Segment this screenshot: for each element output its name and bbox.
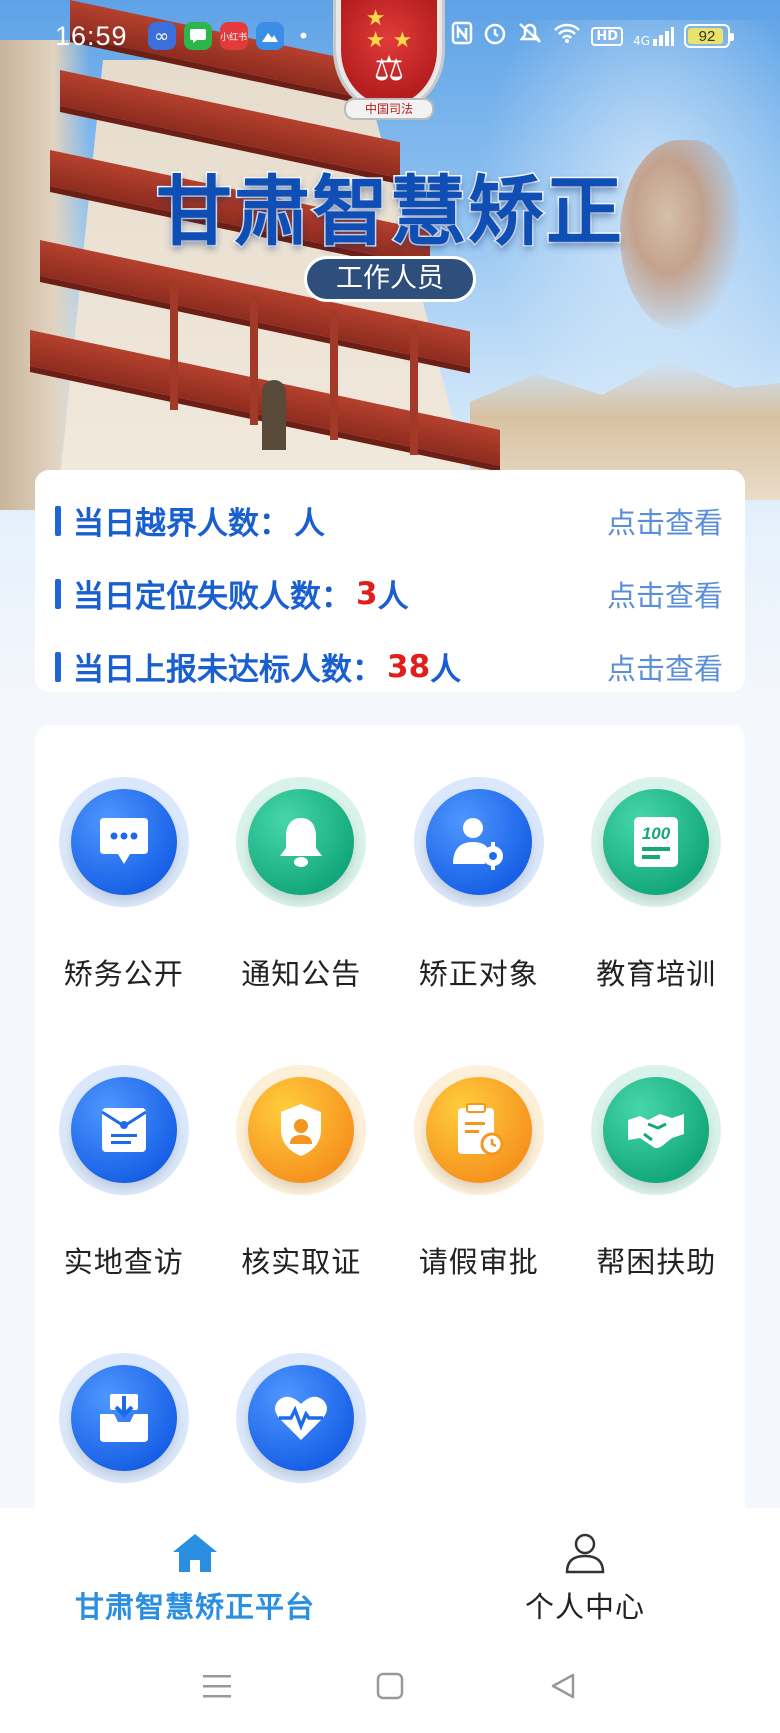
- stat-label: 当日定位失败人数：: [73, 579, 352, 615]
- menu-item-label: 教育培训: [596, 957, 717, 991]
- icon-ring: [58, 1065, 189, 1195]
- role-badge: 工作人员: [304, 256, 476, 302]
- tab-profile-label: 个人中心: [524, 1590, 645, 1624]
- infinity-app-icon: ∞: [147, 22, 176, 50]
- pagoda-pillar: [250, 295, 258, 425]
- emblem-ribbon: 中国司法: [344, 98, 434, 120]
- icon-ring: [591, 1065, 722, 1195]
- stat-value: 38: [387, 648, 431, 685]
- pagoda-pillar: [170, 280, 178, 410]
- red-app-icon: 小红书: [219, 22, 248, 50]
- icon-ring: [58, 777, 189, 907]
- icon-ring: [236, 1353, 367, 1483]
- bottom-tab-bar: 甘肃智慧矫正平台 个人中心: [0, 1508, 780, 1638]
- judicial-emblem: ★ ★ ★ ⚖ 中国司法: [324, 0, 454, 130]
- menu-item-verify-evidence[interactable]: 核实取证: [213, 1065, 391, 1353]
- emblem-shield: ★ ★ ★ ⚖: [336, 0, 442, 110]
- chat-app-icon: [183, 22, 212, 50]
- tab-profile[interactable]: 个人中心: [390, 1508, 780, 1638]
- menu-item-correction-subjects[interactable]: 矫正对象: [390, 777, 568, 1065]
- back-triangle-icon[interactable]: [533, 1656, 593, 1716]
- daily-stats-card: 当日越界人数： 人 点击查看 当日定位失败人数： 3 人 点击查看 当日上报未达…: [35, 470, 745, 692]
- pagoda-pillar: [330, 310, 338, 440]
- stat-accent-bar: [55, 505, 61, 536]
- menu-item-label: 核实取证: [241, 1245, 362, 1279]
- signal-icon: 4G: [633, 25, 674, 47]
- stat-label: 当日上报未达标人数：: [73, 652, 383, 688]
- system-navigation-bar: [0, 1638, 780, 1733]
- emblem-scale-icon: ⚖: [373, 49, 405, 89]
- stat-unit: 人: [377, 579, 409, 615]
- network-type: 4G: [633, 34, 650, 48]
- app-title: 甘肃智慧矫正: [155, 166, 624, 258]
- user-gear-icon: [425, 789, 532, 895]
- stat-row-location-failed: 当日定位失败人数： 3 人 点击查看: [35, 557, 745, 630]
- stat-value: 3: [356, 575, 378, 612]
- icon-ring: [58, 1353, 189, 1483]
- menu-item-label: 通知公告: [241, 957, 362, 991]
- stat-label: 当日越界人数：: [73, 506, 290, 542]
- download-tray-icon: [70, 1365, 177, 1471]
- status-right-icons: HD 4G 92: [451, 21, 734, 51]
- handshake-icon: [603, 1077, 710, 1183]
- home-icon: [171, 1532, 219, 1578]
- home-square-icon[interactable]: [360, 1656, 420, 1716]
- stat-unit: 人: [294, 506, 325, 542]
- icon-ring: [236, 777, 367, 907]
- menu-item-assistance[interactable]: 帮困扶助: [568, 1065, 746, 1353]
- feature-grid-card: 矫务公开 通知公告 矫正对象 100 教育培训 实地查访 核实取证 请假审批 帮…: [35, 725, 745, 1545]
- status-time: 16:59: [55, 20, 128, 51]
- tab-home[interactable]: 甘肃智慧矫正平台: [0, 1508, 390, 1638]
- menu-item-notices[interactable]: 通知公告: [213, 777, 391, 1065]
- stat-row-out-of-bounds: 当日越界人数： 人 点击查看: [35, 484, 745, 557]
- person-icon: [563, 1532, 607, 1578]
- svg-text:100: 100: [642, 824, 671, 843]
- emblem-stars-icon: ★ ★ ★: [365, 6, 413, 53]
- notification-dot-icon: •: [297, 24, 310, 48]
- pagoda-pillar: [410, 325, 418, 455]
- icon-ring: [413, 1065, 544, 1195]
- menu-item-affairs-public[interactable]: 矫务公开: [35, 777, 213, 1065]
- menu-item-leave-approval[interactable]: 请假审批: [390, 1065, 568, 1353]
- battery-indicator: 92: [684, 24, 734, 48]
- mute-icon: [517, 21, 543, 51]
- bell-icon: [248, 789, 355, 895]
- icon-ring: 100: [591, 777, 722, 907]
- menu-icon[interactable]: [187, 1656, 247, 1716]
- icon-ring: [236, 1065, 367, 1195]
- shield-person-icon: [248, 1077, 355, 1183]
- chat-bubble-icon: [70, 789, 177, 895]
- picture-app-icon: [255, 22, 284, 50]
- hd-badge: HD: [591, 26, 624, 46]
- envelope-icon: [70, 1077, 177, 1183]
- view-details-link[interactable]: 点击查看: [607, 573, 723, 615]
- menu-item-label: 实地查访: [63, 1245, 184, 1279]
- alarm-icon: [483, 21, 507, 51]
- clipboard-clock-icon: [425, 1077, 532, 1183]
- wifi-icon: [553, 22, 581, 50]
- nfc-icon: [451, 21, 473, 51]
- stat-unit: 人: [430, 652, 462, 688]
- score-sheet-icon: 100: [603, 789, 710, 895]
- tab-home-label: 甘肃智慧矫正平台: [74, 1590, 315, 1624]
- pagoda-door: [262, 380, 286, 450]
- menu-item-education-training[interactable]: 100 教育培训: [568, 777, 746, 1065]
- menu-item-label: 帮困扶助: [596, 1245, 717, 1279]
- stat-row-report-below-standard: 当日上报未达标人数： 38 人 点击查看: [35, 630, 745, 703]
- status-app-icons: ∞ 小红书: [147, 22, 284, 50]
- menu-item-field-visit[interactable]: 实地查访: [35, 1065, 213, 1353]
- heart-pulse-icon: [248, 1365, 355, 1471]
- menu-item-label: 矫正对象: [418, 957, 539, 991]
- stat-accent-bar: [55, 651, 61, 682]
- view-details-link[interactable]: 点击查看: [607, 500, 723, 542]
- menu-item-label: 请假审批: [418, 1245, 539, 1279]
- view-details-link[interactable]: 点击查看: [607, 646, 723, 688]
- menu-item-label: 矫务公开: [63, 957, 184, 991]
- icon-ring: [413, 777, 544, 907]
- stat-accent-bar: [55, 578, 61, 609]
